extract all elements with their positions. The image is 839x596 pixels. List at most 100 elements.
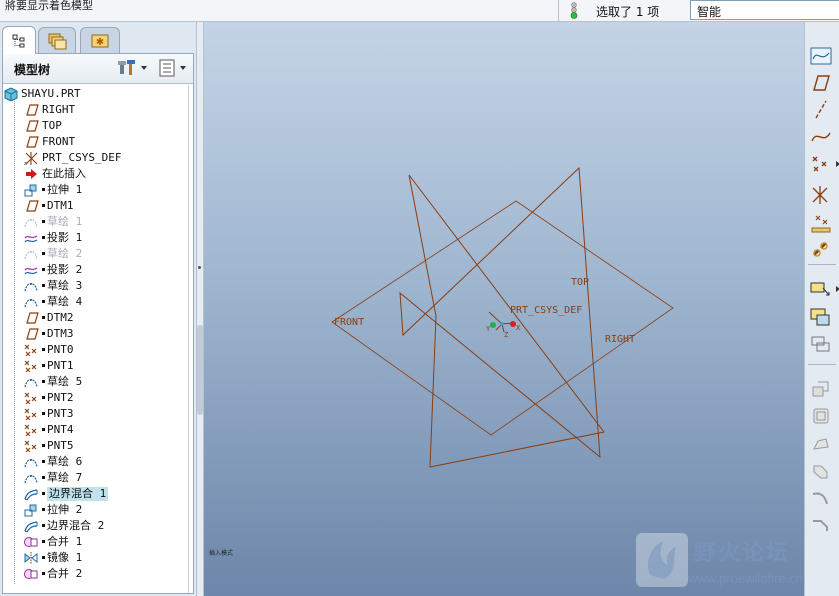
tree-item[interactable]: DTM3 <box>3 326 188 342</box>
tab-model-tree[interactable] <box>2 26 36 54</box>
tree-item[interactable]: z PRT_CSYS_DEF <box>3 150 188 166</box>
tree-item[interactable]: 投影 1 <box>3 230 188 246</box>
projection-icon <box>24 267 38 275</box>
tree-item-label: RIGHT <box>42 103 76 116</box>
tree-item-label: PNT3 <box>47 407 74 420</box>
tree-item[interactable]: PNT5 <box>3 438 188 454</box>
feature-bullet <box>42 396 45 399</box>
feature-toolbar <box>804 22 839 596</box>
datum-plane-icon <box>26 104 39 116</box>
tree-item-label: DTM3 <box>47 327 74 340</box>
analysis-feature-tool-button[interactable] <box>808 211 834 235</box>
tree-item[interactable]: 拉伸 2 <box>3 502 188 518</box>
tree-item-label: FRONT <box>42 135 76 148</box>
revolve-tool-button[interactable] <box>808 404 834 428</box>
chamfer-tool-button[interactable] <box>808 512 834 536</box>
datum-axis-icon <box>815 100 827 119</box>
datum-plane-tool-button[interactable] <box>808 71 834 95</box>
datum-point-tool-button[interactable] <box>808 152 834 176</box>
splitter-grip <box>198 266 201 269</box>
datum-plane-icon <box>26 120 39 132</box>
csys-icon <box>812 186 828 204</box>
tree-item-label: 在此插入 <box>42 167 86 180</box>
insert-feature-tool-button[interactable] <box>808 277 834 301</box>
datum-point-icon <box>24 440 37 453</box>
mirror-icon <box>24 552 38 564</box>
tree-item-label: PRT_CSYS_DEF <box>42 151 122 164</box>
selection-count: 选取了 1 项 <box>596 5 660 19</box>
feature-bullet <box>42 412 45 415</box>
tree-item[interactable]: 草绘 6 <box>3 454 188 470</box>
tree-item[interactable]: 草绘 1 <box>3 214 188 230</box>
group-tool-button[interactable] <box>808 332 834 356</box>
model-tree-title: 模型树 <box>14 63 51 77</box>
tree-item[interactable]: 合并 1 <box>3 534 188 550</box>
scrollbar-thumb[interactable] <box>197 325 203 415</box>
datum-plane-top[interactable] <box>331 200 674 436</box>
tree-item[interactable]: TOP <box>3 118 188 134</box>
tree-item[interactable]: 草绘 7 <box>3 470 188 486</box>
watermark-name: 野火论坛 <box>694 541 791 566</box>
tree-item[interactable]: PNT1 <box>3 358 188 374</box>
tree-show-button[interactable] <box>158 58 190 78</box>
forum-logo-icon <box>636 533 688 587</box>
datum-point-icon <box>24 392 37 405</box>
tab-favorites[interactable]: ✱ <box>80 27 120 53</box>
tree-item-label: PNT5 <box>47 439 74 452</box>
tab-layers[interactable] <box>38 27 76 53</box>
revolve-icon <box>813 408 829 424</box>
tools-icon <box>118 60 147 75</box>
extrude-tool-button[interactable] <box>808 377 834 401</box>
tree-item[interactable]: PNT2 <box>3 390 188 406</box>
datum-link-tool-button[interactable] <box>808 237 834 261</box>
tree-item[interactable]: PNT4 <box>3 422 188 438</box>
model-tree-list[interactable]: SHAYU.PRT RIGHT TOP FRONT z PRT_CSYS_DEF 在此插入… <box>3 85 189 593</box>
sketch-tool-button[interactable] <box>808 44 834 68</box>
feature-bullet <box>42 348 45 351</box>
panel-splitter[interactable] <box>196 22 204 596</box>
tree-item[interactable]: 草绘 4 <box>3 294 188 310</box>
tree-item[interactable]: DTM2 <box>3 310 188 326</box>
tree-item[interactable]: 草绘 3 <box>3 278 188 294</box>
datum-curve-tool-button[interactable] <box>808 124 834 148</box>
tree-item[interactable]: 镜像 1 <box>3 550 188 566</box>
tree-root[interactable]: SHAYU.PRT <box>3 86 188 102</box>
tree-item-label: DTM1 <box>47 199 74 212</box>
datum-point-icon <box>24 360 37 373</box>
sweep-tool-button[interactable] <box>808 432 834 456</box>
traffic-light-icon[interactable] <box>567 1 581 20</box>
sketch-icon <box>24 458 38 468</box>
tree-item[interactable]: 在此插入 <box>3 166 188 182</box>
csys-tool-button[interactable] <box>808 183 834 207</box>
tree-item[interactable]: 边界混合 2 <box>3 518 188 534</box>
round-tool-button[interactable] <box>808 485 834 509</box>
feature-bullet <box>42 508 45 511</box>
datum-plane-icon <box>26 200 39 212</box>
tree-item[interactable]: 拉伸 1 <box>3 182 188 198</box>
tree-item[interactable]: PNT3 <box>3 406 188 422</box>
tree-item[interactable]: 草绘 5 <box>3 374 188 390</box>
tree-item-label: 镜像 1 <box>47 551 83 564</box>
copy-feature-tool-button[interactable] <box>808 305 834 329</box>
feature-bullet <box>42 300 45 303</box>
datum-plane-front[interactable] <box>408 174 605 468</box>
selection-filter-select[interactable]: 智能 <box>690 0 839 20</box>
model-tree-header: 模型树 <box>3 54 193 84</box>
tree-root-label: SHAYU.PRT <box>21 87 81 100</box>
toolbar-separator <box>808 364 836 365</box>
tree-item[interactable]: RIGHT <box>3 102 188 118</box>
graphics-window[interactable]: FRONT TOP RIGHT PRT_CSYS_DEF Y Z X 插入模式 … <box>204 22 804 596</box>
datum-axis-tool-button[interactable] <box>808 97 834 121</box>
tree-item[interactable]: DTM1 <box>3 198 188 214</box>
tree-item[interactable]: FRONT <box>3 134 188 150</box>
tree-item[interactable]: 草绘 2 <box>3 246 188 262</box>
extrude-icon <box>812 381 829 397</box>
tree-item[interactable]: 合并 2 <box>3 566 188 582</box>
tree-item[interactable]: 投影 2 <box>3 262 188 278</box>
sketch-icon <box>24 282 38 292</box>
group-icon <box>811 336 830 352</box>
tree-item[interactable]: PNT0 <box>3 342 188 358</box>
tree-settings-button[interactable] <box>117 58 151 78</box>
tree-item[interactable]: 边界混合 1 <box>3 486 188 502</box>
blend-tool-button[interactable] <box>808 459 834 483</box>
